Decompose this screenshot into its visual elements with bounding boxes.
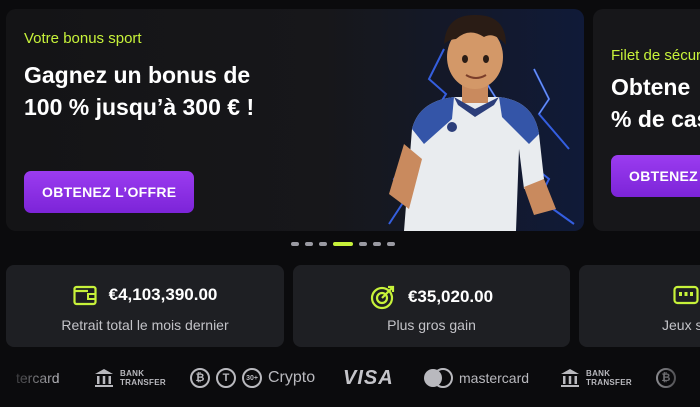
target-icon [370,285,395,310]
mastercard-circles-icon [424,368,453,388]
carousel-dot[interactable] [305,242,313,246]
bank-transfer-text: BANK TRANSFER [586,369,632,387]
stat-card-total-withdrawal: €4,103,390.00 Retrait total le mois dern… [6,265,284,347]
promo-card-sport-bonus[interactable]: Votre bonus sport Gagnez un bonus de 100… [6,9,584,231]
crypto-text: Crypto [268,369,316,386]
footballer-illustration [388,14,575,231]
bank-transfer-line-2: TRANSFER [586,378,632,387]
promo-kicker: Votre bonus sport [24,30,142,47]
bank-icon [561,369,579,387]
carousel-dot[interactable] [291,242,299,246]
bank-transfer-logo: BANK TRANSFER [94,365,166,391]
promo-headline: Gagnez un bonus de 100 % jusqu’à 300 € ! [24,62,255,120]
promo-headline: Obtene % de cas [611,71,700,135]
visa-text: VISA [343,366,394,389]
crypto-logo: ₿ T 30+ Crypto [190,365,315,391]
promo-card-safety-net[interactable]: Filet de sécuri Obtene % de cas OBTENEZ [593,9,700,231]
visa-logo: VISA [343,365,394,391]
payment-methods-strip: tercard BANK TRANSFER ₿ T 30+ Crypto VIS… [0,365,700,391]
stat-label: Retrait total le mois dernier [61,317,229,333]
carousel-dot[interactable] [359,242,367,246]
mastercard-logo: mastercard [423,365,529,391]
bank-transfer-line-1: BANK [586,369,611,378]
bank-transfer-line-1: BANK [120,369,145,378]
stat-value: €35,020.00 [407,287,494,306]
mastercard-text: mastercard [459,370,530,386]
tether-icon: T [216,368,236,388]
bank-transfer-line-2: TRANSFER [120,378,166,387]
promo-headline-line-1: Obtene [611,74,691,100]
carousel-pagination [291,242,395,246]
promo-kicker: Filet de sécuri [611,47,700,64]
stat-card-biggest-win: €35,020.00 Plus gros gain [293,265,570,347]
strip-fade-left [0,355,60,407]
carousel-dot-active[interactable] [333,242,353,246]
stat-card-games: Jeux s [579,265,700,347]
carousel-dot[interactable] [387,242,395,246]
game-icon [673,285,699,305]
bitcoin-icon: ₿ [190,368,210,388]
carousel-dot[interactable] [319,242,327,246]
stat-label: Jeux s [662,317,700,333]
bank-icon [95,369,113,387]
stat-value: €4,103,390.00 [108,285,218,304]
more-coins-icon: 30+ [242,368,262,388]
get-offer-button[interactable]: OBTENEZ [611,155,700,197]
carousel-dot[interactable] [373,242,381,246]
bank-transfer-text: BANK TRANSFER [120,369,166,387]
strip-fade-right [640,355,700,407]
wallet-icon [73,285,97,306]
stat-label: Plus gros gain [387,317,476,333]
promo-headline-line-2: % de cas [611,106,700,132]
get-offer-button[interactable]: OBTENEZ L’OFFRE [24,171,195,213]
bank-transfer-logo: BANK TRANSFER [560,365,632,391]
